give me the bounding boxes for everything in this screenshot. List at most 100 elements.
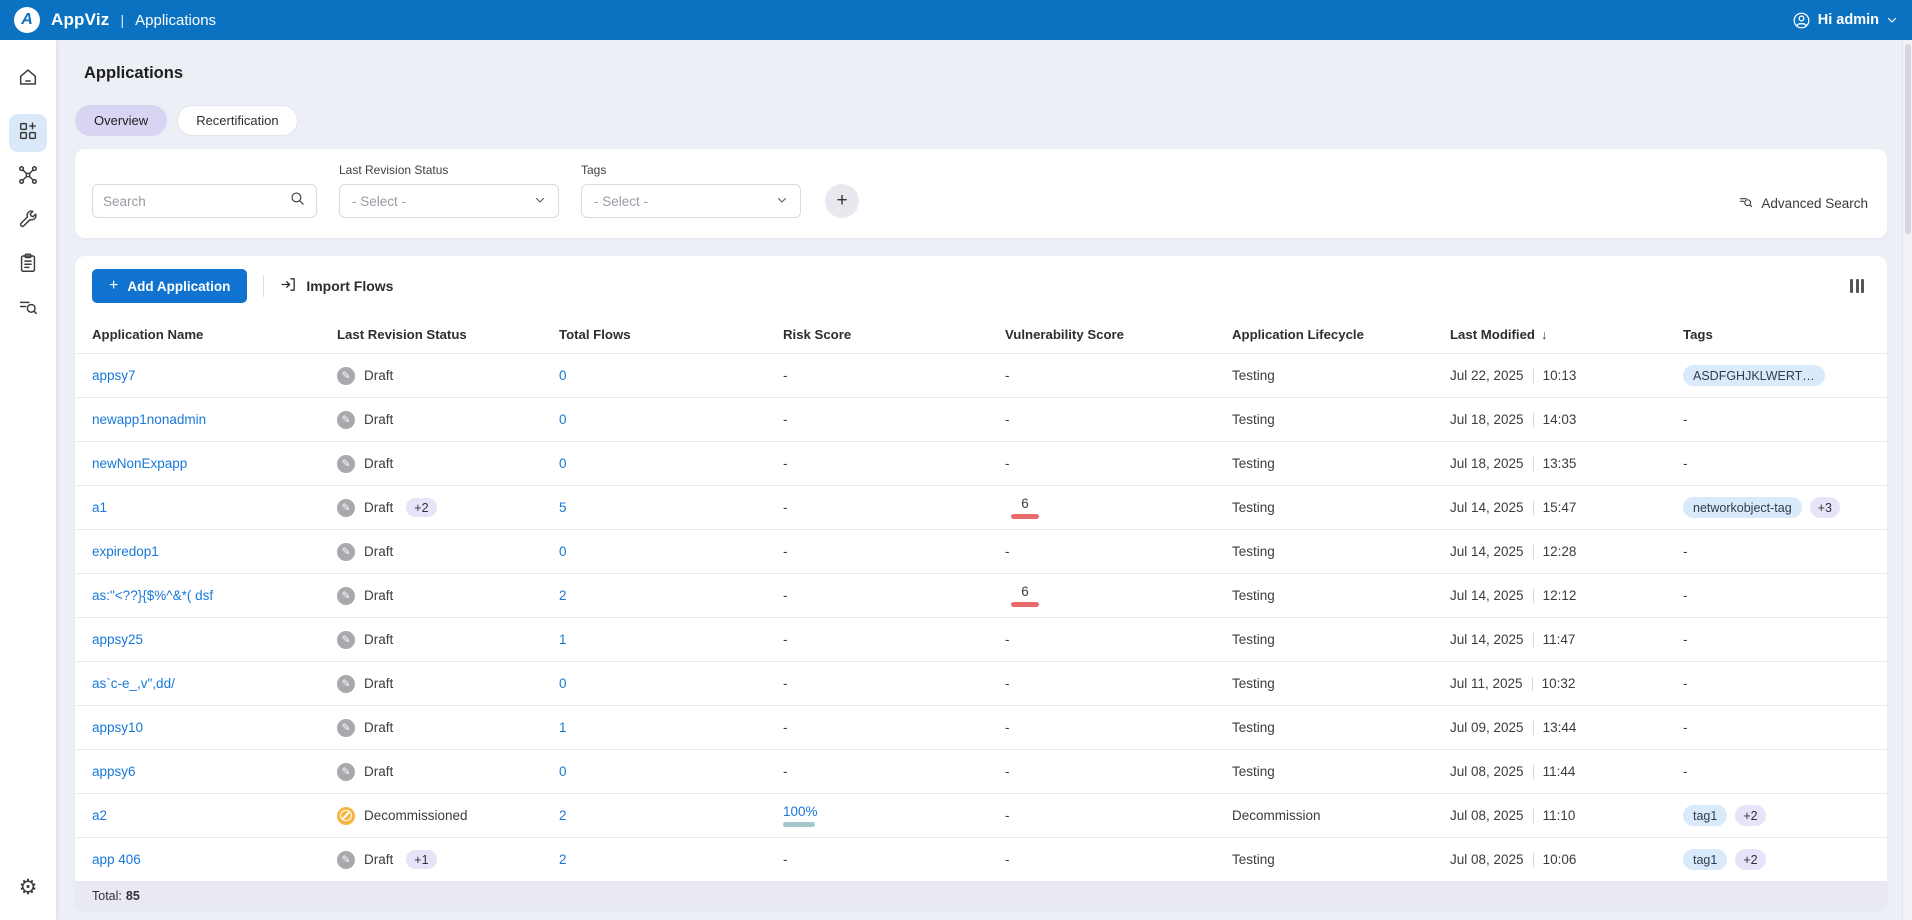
modified-time: 10:06	[1543, 852, 1577, 867]
total-flows-link[interactable]: 2	[559, 852, 567, 867]
search-box	[92, 184, 317, 218]
app-name-link[interactable]: expiredop1	[92, 544, 159, 559]
import-icon	[280, 276, 297, 296]
last-revision-status-select[interactable]: - Select -	[339, 184, 559, 218]
risk-score-cell: -	[783, 632, 788, 647]
total-flows-link[interactable]: 1	[559, 720, 567, 735]
risk-score-value: -	[783, 720, 788, 735]
col-total-flows[interactable]: Total Flows	[559, 327, 783, 342]
app-name-link[interactable]: a2	[92, 808, 107, 823]
app-name-link[interactable]: appsy10	[92, 720, 143, 735]
wrench-icon	[17, 208, 39, 235]
total-flows-link[interactable]: 2	[559, 808, 567, 823]
status-icon	[337, 851, 355, 869]
total-flows-link[interactable]: 0	[559, 676, 567, 691]
vulnerability-value: 6	[1021, 496, 1029, 511]
add-filter-button[interactable]: +	[825, 184, 859, 218]
total-flows-link[interactable]: 1	[559, 632, 567, 647]
tag-more-badge[interactable]: +2	[1735, 805, 1765, 826]
col-last-revision-status[interactable]: Last Revision Status	[337, 327, 559, 342]
vulnerability-cell: -	[1005, 764, 1010, 779]
page-scrollbar[interactable]	[1902, 40, 1912, 920]
tags-cell: -	[1683, 456, 1868, 471]
app-name-link[interactable]: as:"<??}{$%^&*( dsf	[92, 588, 213, 603]
modified-time: 14:03	[1543, 412, 1577, 427]
date-time-divider	[1532, 677, 1533, 691]
tab-recertification[interactable]: Recertification	[177, 105, 297, 136]
vulnerability-cell: -	[1005, 544, 1010, 559]
app-name-link[interactable]: newapp1nonadmin	[92, 412, 206, 427]
sidebar-item-search[interactable]	[9, 290, 47, 328]
sidebar-item-tools[interactable]	[9, 202, 47, 240]
advanced-search-button[interactable]: Advanced Search	[1738, 194, 1868, 213]
total-flows-link[interactable]: 0	[559, 412, 567, 427]
tag-pill[interactable]: networkobject-tag	[1683, 497, 1802, 518]
app-name-link[interactable]: as`c-e_,v",dd/	[92, 676, 175, 691]
header-page-label: Applications	[135, 12, 216, 29]
add-application-button[interactable]: + Add Application	[92, 269, 247, 303]
sidebar-item-applications[interactable]	[9, 114, 47, 152]
tag-pill[interactable]: tag1	[1683, 805, 1727, 826]
modified-date: Jul 08, 2025	[1450, 764, 1524, 779]
sidebar-item-settings[interactable]: ⚙	[9, 868, 47, 906]
status-label: Draft	[364, 368, 393, 383]
date-time-divider	[1533, 501, 1534, 515]
tags-cell: -	[1683, 720, 1868, 735]
total-flows-link[interactable]: 0	[559, 368, 567, 383]
column-settings-icon[interactable]	[1846, 275, 1868, 297]
clipboard-icon	[17, 252, 39, 279]
vulnerability-value: -	[1005, 632, 1010, 647]
status-icon	[337, 543, 355, 561]
table-footer: Total: 85	[75, 881, 1887, 911]
table-row: appsy6 Draft 0 - - Testing Jul 08, 2025 …	[75, 749, 1887, 793]
date-time-divider	[1533, 633, 1534, 647]
status-label: Draft	[364, 588, 393, 603]
sidebar-item-home[interactable]	[9, 60, 47, 98]
risk-score-cell: -	[783, 456, 788, 471]
status-label: Draft	[364, 764, 393, 779]
risk-score-cell: -	[783, 764, 788, 779]
col-risk-score[interactable]: Risk Score	[783, 327, 1005, 342]
app-header: A AppViz | Applications Hi admin	[0, 0, 1912, 40]
total-flows-link[interactable]: 0	[559, 544, 567, 559]
col-vulnerability-score[interactable]: Vulnerability Score	[1005, 327, 1232, 342]
sidebar: ⚙	[0, 40, 56, 920]
vulnerability-value: 6	[1021, 584, 1029, 599]
scrollbar-thumb[interactable]	[1905, 44, 1911, 234]
network-icon	[17, 164, 39, 191]
status-badge[interactable]: +1	[406, 850, 436, 869]
risk-score-value: -	[783, 676, 788, 691]
app-name-link[interactable]: appsy25	[92, 632, 143, 647]
tags-empty: -	[1683, 456, 1688, 471]
total-flows-link[interactable]: 2	[559, 588, 567, 603]
total-flows-link[interactable]: 0	[559, 456, 567, 471]
filter-bar: Last Revision Status - Select - Tags - S…	[75, 149, 1887, 238]
tags-cell: -	[1683, 676, 1868, 691]
tags-select[interactable]: - Select -	[581, 184, 801, 218]
app-name-link[interactable]: a1	[92, 500, 107, 515]
app-name-link[interactable]: newNonExpapp	[92, 456, 187, 471]
status-icon	[337, 499, 355, 517]
status-badge[interactable]: +2	[406, 498, 436, 517]
app-name-link[interactable]: appsy7	[92, 368, 136, 383]
col-tags[interactable]: Tags	[1683, 327, 1868, 342]
col-application-lifecycle[interactable]: Application Lifecycle	[1232, 327, 1450, 342]
search-input[interactable]	[103, 194, 289, 209]
app-name-link[interactable]: appsy6	[92, 764, 136, 779]
col-last-modified[interactable]: Last Modified↓	[1450, 327, 1683, 342]
modified-date: Jul 14, 2025	[1450, 632, 1524, 647]
total-flows-link[interactable]: 5	[559, 500, 567, 515]
sidebar-item-network[interactable]	[9, 158, 47, 196]
tag-more-badge[interactable]: +2	[1735, 849, 1765, 870]
user-menu[interactable]: Hi admin	[1792, 11, 1898, 30]
col-application-name[interactable]: Application Name	[92, 327, 337, 342]
tab-overview[interactable]: Overview	[75, 105, 167, 136]
tag-pill[interactable]: ASDFGHJKLWERT…	[1683, 365, 1825, 386]
tag-pill[interactable]: tag1	[1683, 849, 1727, 870]
total-flows-link[interactable]: 0	[559, 764, 567, 779]
tag-more-badge[interactable]: +3	[1810, 497, 1840, 518]
lifecycle-value: Testing	[1232, 456, 1275, 471]
import-flows-button[interactable]: Import Flows	[280, 276, 393, 296]
app-name-link[interactable]: app 406	[92, 852, 141, 867]
sidebar-item-reports[interactable]	[9, 246, 47, 284]
